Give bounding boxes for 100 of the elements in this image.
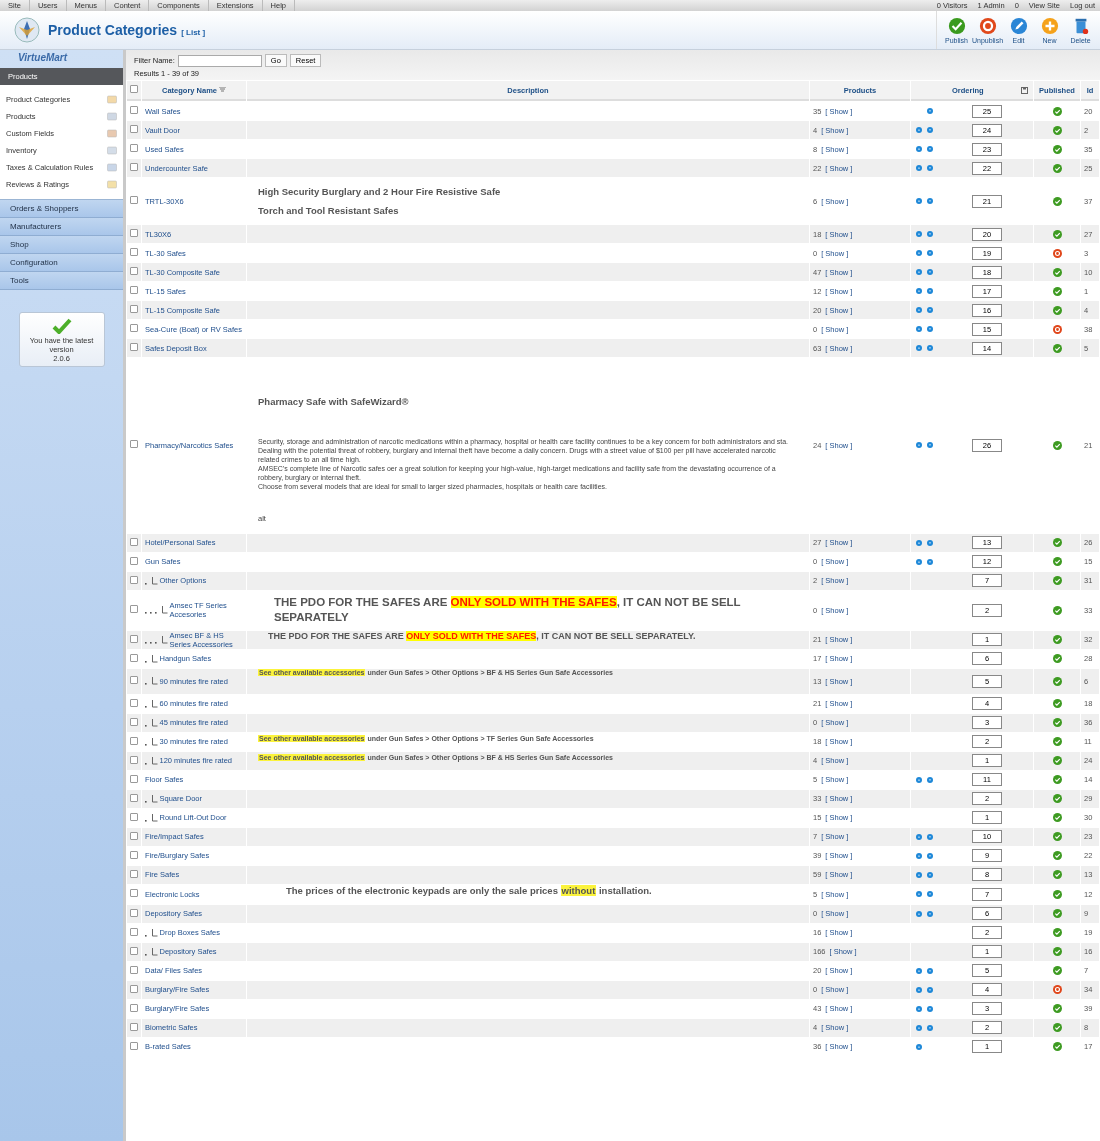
move-up-icon[interactable]	[916, 871, 922, 878]
row-checkbox[interactable]	[130, 774, 138, 783]
published-icon[interactable]	[1052, 144, 1062, 154]
move-down-icon[interactable]	[927, 967, 933, 974]
row-checkbox[interactable]	[130, 634, 138, 643]
published-icon[interactable]	[1052, 1023, 1062, 1033]
move-down-icon[interactable]	[927, 986, 933, 993]
move-down-icon[interactable]	[927, 558, 933, 565]
published-icon[interactable]	[1052, 635, 1062, 645]
published-icon[interactable]	[1052, 163, 1062, 173]
move-up-icon[interactable]	[916, 986, 922, 993]
row-checkbox[interactable]	[130, 575, 138, 584]
move-down-icon[interactable]	[927, 146, 933, 152]
move-up-icon[interactable]	[916, 146, 922, 152]
move-up-icon[interactable]	[916, 165, 922, 171]
move-down-icon[interactable]	[927, 1005, 933, 1012]
row-checkbox[interactable]	[130, 1022, 138, 1031]
sidebar-group[interactable]: Tools	[0, 272, 123, 290]
published-icon[interactable]	[1052, 576, 1062, 586]
move-up-icon[interactable]	[916, 345, 922, 351]
row-checkbox[interactable]	[130, 1041, 138, 1050]
unpublished-icon[interactable]	[1052, 985, 1062, 995]
row-checkbox[interactable]	[130, 793, 138, 802]
move-down-icon[interactable]	[927, 307, 933, 313]
row-checkbox[interactable]	[130, 286, 138, 294]
move-up-icon[interactable]	[916, 1043, 922, 1050]
published-icon[interactable]	[1052, 196, 1062, 206]
row-checkbox[interactable]	[130, 144, 138, 152]
published-icon[interactable]	[1052, 1004, 1062, 1014]
move-up-icon[interactable]	[916, 539, 922, 546]
move-down-icon[interactable]	[927, 198, 933, 204]
row-checkbox[interactable]	[130, 927, 138, 936]
move-down-icon[interactable]	[927, 108, 933, 114]
move-up-icon[interactable]	[916, 288, 922, 294]
published-icon[interactable]	[1052, 889, 1062, 899]
move-up-icon[interactable]	[916, 891, 922, 898]
published-icon[interactable]	[1052, 851, 1062, 861]
published-icon[interactable]	[1052, 699, 1062, 709]
sidebar-group[interactable]: Configuration	[0, 254, 123, 272]
row-checkbox[interactable]	[130, 676, 138, 685]
save-icon[interactable]	[1021, 86, 1028, 94]
published-icon[interactable]	[1052, 813, 1062, 823]
move-up-icon[interactable]	[916, 776, 922, 783]
move-up-icon[interactable]	[916, 852, 922, 859]
row-checkbox[interactable]	[130, 229, 138, 237]
published-icon[interactable]	[1052, 654, 1062, 664]
sidebar-group[interactable]: Orders & Shoppers	[0, 200, 123, 218]
move-down-icon[interactable]	[927, 288, 933, 294]
move-up-icon[interactable]	[916, 198, 922, 204]
row-checkbox[interactable]	[130, 305, 138, 313]
move-down-icon[interactable]	[927, 891, 933, 898]
row-checkbox[interactable]	[130, 267, 138, 275]
move-up-icon[interactable]	[916, 442, 922, 449]
move-down-icon[interactable]	[927, 910, 933, 917]
published-icon[interactable]	[1052, 267, 1062, 277]
move-down-icon[interactable]	[927, 165, 933, 171]
move-up-icon[interactable]	[916, 1005, 922, 1012]
published-icon[interactable]	[1052, 794, 1062, 804]
published-icon[interactable]	[1052, 756, 1062, 766]
published-icon[interactable]	[1052, 928, 1062, 938]
published-icon[interactable]	[1052, 125, 1062, 135]
move-down-icon[interactable]	[927, 539, 933, 546]
move-down-icon[interactable]	[927, 871, 933, 878]
published-icon[interactable]	[1052, 718, 1062, 728]
move-down-icon[interactable]	[927, 833, 933, 840]
row-checkbox[interactable]	[130, 324, 138, 332]
row-checkbox[interactable]	[130, 717, 138, 726]
row-checkbox[interactable]	[130, 248, 138, 256]
row-checkbox[interactable]	[130, 653, 138, 662]
move-down-icon[interactable]	[927, 127, 933, 133]
published-icon[interactable]	[1052, 286, 1062, 296]
row-checkbox[interactable]	[130, 812, 138, 821]
move-up-icon[interactable]	[916, 307, 922, 313]
move-up-icon[interactable]	[916, 231, 922, 237]
move-up-icon[interactable]	[916, 967, 922, 974]
row-checkbox[interactable]	[130, 125, 138, 133]
row-checkbox[interactable]	[130, 908, 138, 917]
published-icon[interactable]	[1052, 229, 1062, 239]
row-checkbox[interactable]	[130, 850, 138, 859]
row-checkbox[interactable]	[130, 698, 138, 707]
move-down-icon[interactable]	[927, 852, 933, 859]
row-checkbox[interactable]	[130, 869, 138, 878]
row-checkbox[interactable]	[130, 984, 138, 993]
filter-input[interactable]	[177, 54, 262, 67]
row-checkbox[interactable]	[130, 736, 138, 745]
move-down-icon[interactable]	[927, 250, 933, 256]
row-checkbox[interactable]	[130, 889, 138, 898]
move-up-icon[interactable]	[916, 250, 922, 256]
move-down-icon[interactable]	[927, 776, 933, 783]
row-checkbox[interactable]	[130, 556, 138, 565]
published-icon[interactable]	[1052, 1042, 1062, 1052]
unpublished-icon[interactable]	[1052, 324, 1062, 334]
row-checkbox[interactable]	[130, 965, 138, 974]
published-icon[interactable]	[1052, 440, 1062, 450]
sort-icon[interactable]	[219, 87, 226, 93]
move-down-icon[interactable]	[927, 345, 933, 351]
row-checkbox[interactable]	[130, 163, 138, 171]
row-checkbox[interactable]	[130, 831, 138, 840]
row-checkbox[interactable]	[130, 755, 138, 764]
move-down-icon[interactable]	[927, 326, 933, 332]
